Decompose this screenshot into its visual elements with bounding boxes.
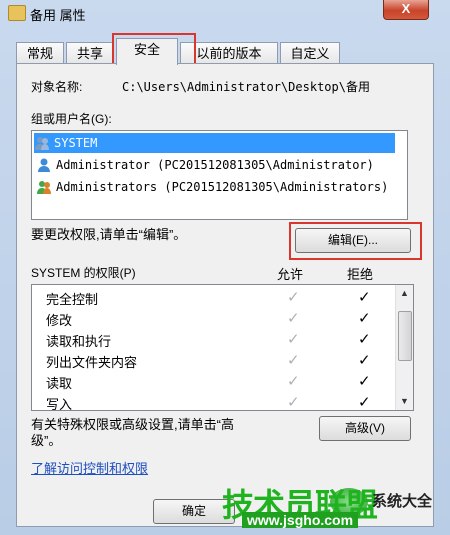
permission-row-modify: 修改 ✓ ✓	[32, 308, 395, 329]
window-title: 备用 属性	[30, 8, 86, 23]
tab-general[interactable]: 常规	[16, 42, 64, 64]
object-name-value: C:\Users\Administrator\Desktop\备用	[122, 80, 370, 94]
permission-row-list-folder: 列出文件夹内容 ✓ ✓	[32, 350, 395, 371]
permission-name: 完全控制	[46, 292, 99, 307]
allow-check-icon: ✓	[287, 352, 300, 369]
users-icon	[36, 179, 52, 195]
allow-check-icon: ✓	[287, 310, 300, 327]
allow-check-icon: ✓	[287, 331, 300, 348]
allow-check-icon: ✓	[287, 373, 300, 390]
close-button[interactable]: X	[383, 0, 429, 20]
advanced-button[interactable]: 高级(V)	[319, 416, 411, 441]
tab-security[interactable]: 安全	[116, 38, 178, 65]
permissions-scrollbar[interactable]: ▲ ▼	[395, 285, 413, 410]
permissions-list[interactable]: 完全控制 ✓ ✓ 修改 ✓ ✓ 读取和执行 ✓ ✓ 列出文件夹内容 ✓ ✓ 读取	[31, 284, 414, 411]
permission-row-write: 写入 ✓ ✓	[32, 392, 395, 411]
edit-button-highlight	[289, 222, 422, 260]
watermark-side: 系统大全	[372, 493, 433, 510]
permission-row-full-control: 完全控制 ✓ ✓	[32, 287, 395, 308]
permission-name: 修改	[46, 313, 73, 328]
permission-row-read: 读取 ✓ ✓	[32, 371, 395, 392]
group-item-label: SYSTEM	[54, 136, 98, 150]
title-bar[interactable]: 备用 属性 X	[0, 0, 450, 26]
permissions-label: SYSTEM 的权限(P)	[31, 266, 136, 280]
permission-row-read-execute: 读取和执行 ✓ ✓	[32, 329, 395, 350]
permission-name: 读取	[46, 376, 73, 391]
allow-header: 允许	[277, 267, 304, 282]
group-item-label: Administrators (PC201512081305\Administr…	[56, 180, 389, 194]
scroll-down-icon[interactable]: ▼	[396, 393, 413, 410]
deny-check-icon: ✓	[358, 394, 371, 411]
group-item-system[interactable]: SYSTEM	[34, 133, 395, 153]
users-icon	[34, 135, 50, 151]
tab-sharing[interactable]: 共享	[66, 42, 114, 64]
deny-check-icon: ✓	[358, 310, 371, 327]
deny-header: 拒绝	[347, 267, 374, 282]
deny-check-icon: ✓	[358, 331, 371, 348]
allow-check-icon: ✓	[287, 289, 300, 306]
group-item-label: Administrator (PC201512081305\Administra…	[56, 158, 374, 172]
tab-customize[interactable]: 自定义	[280, 42, 340, 64]
edit-hint: 要更改权限,请单击“编辑”。	[31, 227, 187, 242]
groups-list[interactable]: SYSTEM Administrator (PC201512081305\Adm…	[31, 130, 408, 220]
folder-icon	[8, 5, 26, 21]
permission-name: 读取和执行	[46, 334, 112, 349]
permission-name: 列出文件夹内容	[46, 355, 138, 370]
user-icon	[36, 157, 52, 173]
permission-name: 写入	[46, 397, 73, 411]
scroll-up-icon[interactable]: ▲	[396, 285, 413, 302]
deny-check-icon: ✓	[358, 289, 371, 306]
deny-check-icon: ✓	[358, 373, 371, 390]
object-name-label: 对象名称:	[31, 80, 83, 94]
deny-check-icon: ✓	[358, 352, 371, 369]
watermark-url: www.jsgho.com	[242, 512, 359, 528]
advanced-hint-line2: 级”。	[31, 433, 62, 448]
properties-window: 备用 属性 X 常规 共享 安全 以前的版本 自定义 对象名称: C:\User…	[0, 0, 450, 535]
groups-label: 组或用户名(G):	[31, 112, 112, 126]
scroll-thumb[interactable]	[398, 311, 412, 361]
security-panel: 对象名称: C:\Users\Administrator\Desktop\备用 …	[16, 63, 434, 527]
access-control-help-link[interactable]: 了解访问控制和权限	[31, 458, 148, 477]
allow-check-icon: ✓	[287, 394, 300, 411]
advanced-hint-line1: 有关特殊权限或高级设置,请单击“高	[31, 417, 234, 432]
